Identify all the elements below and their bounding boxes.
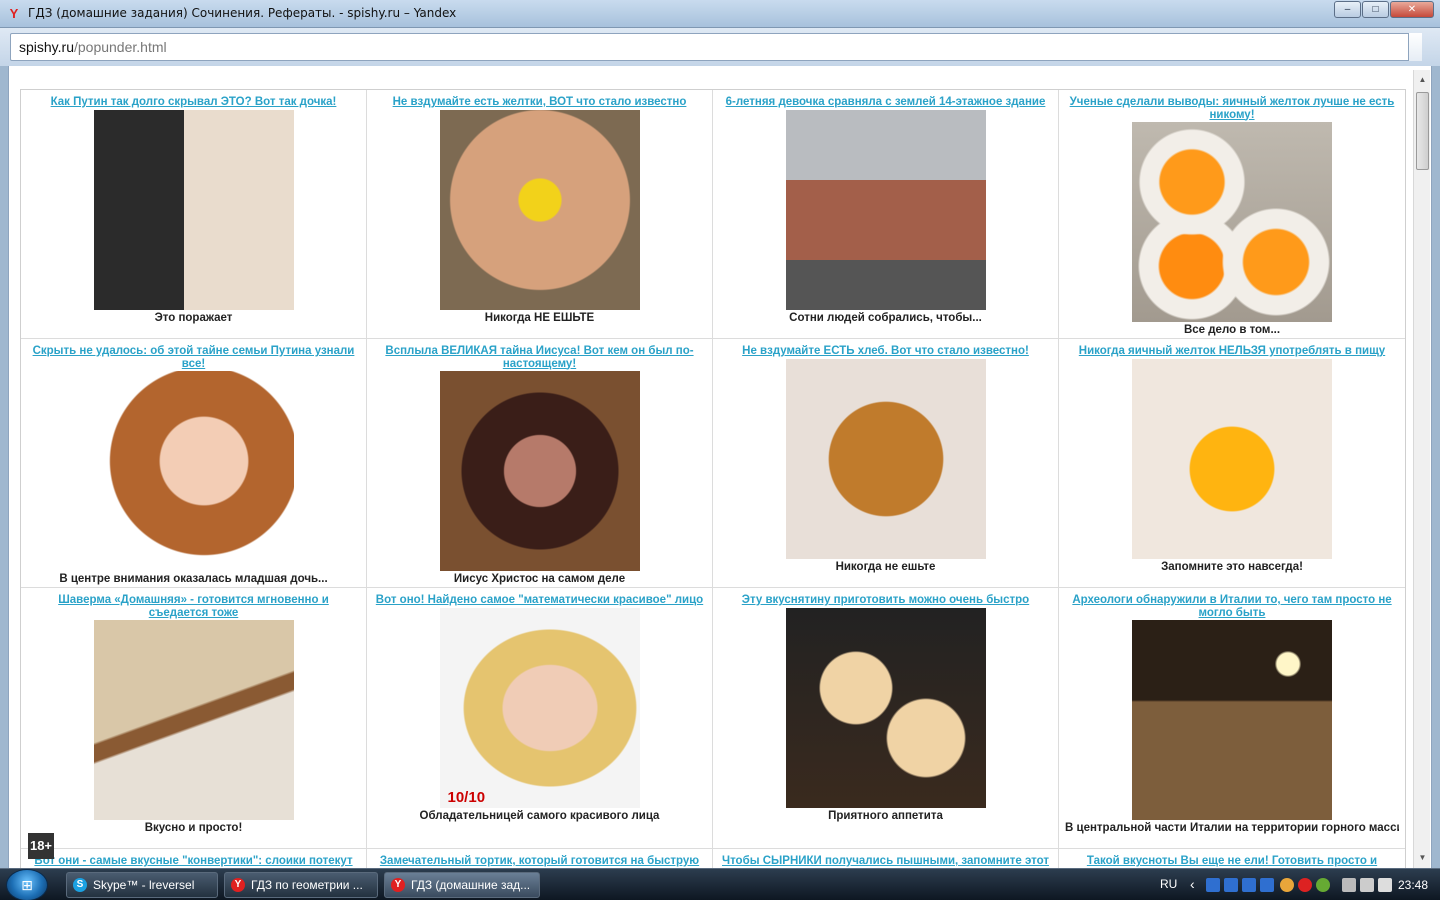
taskbar: ⊞ S Skype™ - lreversel Y ГДЗ по геометрии … [0, 868, 1440, 900]
pastry-rolls-photo[interactable] [785, 607, 986, 808]
bread-loaf-photo[interactable] [785, 358, 986, 559]
task-gdz-geometry[interactable]: Y ГДЗ по геометрии ... [224, 872, 378, 898]
building-collapse-photo[interactable] [785, 109, 986, 310]
tray-expand-icon[interactable]: ‹ [1190, 876, 1195, 892]
jesus-mosaic-photo[interactable] [439, 371, 640, 571]
ad-caption: Никогда НЕ ЕШЬТЕ [484, 311, 595, 324]
red-haired-woman-photo[interactable] [93, 371, 294, 571]
ad-cell[interactable]: Никогда яичный желток НЕЛЬЗЯ употреблять… [1059, 339, 1405, 588]
ad-headline-link[interactable]: Не вздумайте есть желтки, ВОТ что стало … [373, 96, 706, 109]
ad-headline-link[interactable]: Чтобы СЫРНИКИ получались пышными, запомн… [719, 855, 1052, 868]
ad-headline-link[interactable]: Как Путин так долго скрывал ЭТО? Вот так… [27, 96, 360, 109]
ad-headline-link[interactable]: Замечательный тортик, который готовится … [373, 855, 706, 868]
ad-headline-link[interactable]: Эту вкуснятину приготовить можно очень б… [719, 594, 1052, 607]
ad-cell[interactable]: Всплыла ВЕЛИКАЯ тайна Иисуса! Вот кем он… [367, 339, 713, 588]
ad-cell[interactable]: Замечательный тортик, который готовится … [367, 849, 713, 868]
yandex-browser-icon: Y [9, 6, 19, 21]
ad-headline-link[interactable]: Скрыть не удалось: об этой тайне семьи П… [27, 345, 360, 370]
power-icon[interactable] [1360, 878, 1374, 892]
task-gdz-active[interactable]: Y ГДЗ (домашние зад... [384, 872, 540, 898]
network-icon[interactable] [1342, 878, 1356, 892]
ad-caption: Приятного аппетита [828, 809, 943, 822]
egg-yolks-in-shells-photo[interactable] [1132, 122, 1332, 322]
ad-headline-link[interactable]: Вот они - самые вкусные "конвертики": сл… [27, 855, 360, 868]
ad-caption: Это поражает [154, 311, 233, 324]
ad-headline-link[interactable]: 6-летняя девочка сравняла с землей 14-эт… [719, 96, 1052, 109]
ad-caption: Вкусно и просто! [144, 822, 243, 834]
task-skype[interactable]: S Skype™ - lreversel [66, 872, 218, 898]
ad-headline-link[interactable]: Вот оно! Найдено самое "математически кр… [373, 594, 706, 607]
vertical-scrollbar[interactable]: ▲ ▼ [1413, 70, 1430, 868]
ad-cell[interactable]: Вот они - самые вкусные "конвертики": сл… [21, 849, 367, 868]
cave-archaeologists-photo[interactable] [1132, 620, 1332, 820]
ad-headline-link[interactable]: Археологи обнаружили в Италии то, чего т… [1065, 594, 1399, 619]
raw-yolk-photo[interactable] [1132, 358, 1332, 559]
ad-caption: Иисус Христос на самом деле [453, 573, 626, 585]
system-tray: RU ‹ 23:48 [1150, 869, 1440, 900]
ad-cell[interactable]: Не вздумайте есть желтки, ВОТ что стало … [367, 90, 713, 339]
address-text: spishy.ru/popunder.html [19, 39, 167, 55]
address-input[interactable]: spishy.ru/popunder.html [10, 33, 1422, 61]
tray-app-icon[interactable] [1280, 878, 1294, 892]
ad-caption: Обладательницей самого красивого лица [419, 809, 660, 822]
score-overlay: 10/10 [447, 788, 486, 806]
clock[interactable]: 23:48 [1398, 878, 1428, 892]
yandex-icon: Y [231, 878, 245, 892]
age-rating-badge: 18+ [28, 833, 54, 859]
ad-cell[interactable]: 6-летняя девочка сравняла с землей 14-эт… [713, 90, 1059, 339]
ad-cell[interactable]: Эту вкуснятину приготовить можно очень б… [713, 588, 1059, 849]
putin-couple-photo[interactable] [93, 109, 294, 310]
ad-cell[interactable]: Как Путин так долго скрывал ЭТО? Вот так… [21, 90, 367, 339]
ad-caption: Запомните это навсегда! [1161, 560, 1303, 573]
ad-cell[interactable]: Вот оно! Найдено самое "математически кр… [367, 588, 713, 849]
scroll-down-icon[interactable]: ▼ [1415, 850, 1430, 866]
ad-caption: В центре внимания оказалась младшая дочь… [59, 573, 328, 585]
yolk-on-hand-photo[interactable] [439, 109, 640, 310]
ad-headline-link[interactable]: Ученые сделали выводы: яичный желток луч… [1065, 96, 1399, 121]
ad-caption: В центральной части Италии на территории… [1065, 822, 1399, 834]
close-button[interactable]: ✕ [1390, 1, 1434, 18]
ad-cell[interactable]: Не вздумайте ЕСТЬ хлеб. Вот что стало из… [713, 339, 1059, 588]
tray-antivirus-icon[interactable] [1298, 878, 1312, 892]
ad-cell[interactable]: Скрыть не удалось: об этой тайне семьи П… [21, 339, 367, 588]
ad-cell[interactable]: Шаверма «Домашняя» - готовится мгновенно… [21, 588, 367, 849]
language-indicator[interactable]: RU [1160, 877, 1177, 891]
scroll-thumb[interactable] [1416, 92, 1429, 170]
tray-app-icon[interactable] [1260, 878, 1274, 892]
ad-cell[interactable]: Археологи обнаружили в Италии то, чего т… [1059, 588, 1405, 849]
scroll-up-icon[interactable]: ▲ [1415, 72, 1430, 88]
ad-headline-link[interactable]: Не вздумайте ЕСТЬ хлеб. Вот что стало из… [719, 345, 1052, 358]
ad-cell[interactable]: Чтобы СЫРНИКИ получались пышными, запомн… [713, 849, 1059, 868]
cut-off-header-fragment [239, 66, 279, 68]
page-viewport: Как Путин так долго скрывал ЭТО? Вот так… [8, 66, 1432, 868]
ad-headline-link[interactable]: Шаверма «Домашняя» - готовится мгновенно… [27, 594, 360, 619]
beautiful-face-grid-photo[interactable]: 10/10 [439, 607, 640, 808]
address-bar-area: spishy.ru/popunder.html [0, 28, 1440, 66]
ad-grid: Как Путин так долго скрывал ЭТО? Вот так… [20, 89, 1406, 868]
maximize-button[interactable]: □ [1362, 1, 1389, 18]
minimize-button[interactable]: – [1334, 1, 1361, 18]
shawarma-photo[interactable] [93, 620, 294, 820]
ad-caption: Никогда не ешьте [835, 560, 936, 573]
ad-caption: Все дело в том... [1183, 324, 1281, 336]
yandex-icon: Y [391, 878, 405, 892]
window-controls: – □ ✕ [1333, 1, 1434, 18]
skype-icon: S [73, 878, 87, 892]
tray-app-icon[interactable] [1316, 878, 1330, 892]
window-titlebar: Y ГДЗ (домашние задания) Сочинения. Рефе… [0, 0, 1440, 28]
tray-app-icon[interactable] [1242, 878, 1256, 892]
window-title: ГДЗ (домашние задания) Сочинения. Рефера… [28, 6, 457, 20]
ad-caption: Сотни людей собрались, чтобы... [789, 311, 982, 324]
tray-app-icon[interactable] [1206, 878, 1220, 892]
ad-headline-link[interactable]: Такой вкусноты Вы еще не ели! Готовить п… [1065, 855, 1399, 868]
tray-app-icon[interactable] [1224, 878, 1238, 892]
ad-headline-link[interactable]: Никогда яичный желток НЕЛЬЗЯ употреблять… [1065, 345, 1399, 358]
ad-headline-link[interactable]: Всплыла ВЕЛИКАЯ тайна Иисуса! Вот кем он… [373, 345, 706, 370]
volume-icon[interactable] [1378, 878, 1392, 892]
ad-cell[interactable]: Такой вкусноты Вы еще не ели! Готовить п… [1059, 849, 1405, 868]
go-arrow-icon[interactable] [1408, 33, 1422, 61]
start-orb-icon[interactable]: ⊞ [6, 869, 48, 900]
ad-cell[interactable]: Ученые сделали выводы: яичный желток луч… [1059, 90, 1405, 339]
